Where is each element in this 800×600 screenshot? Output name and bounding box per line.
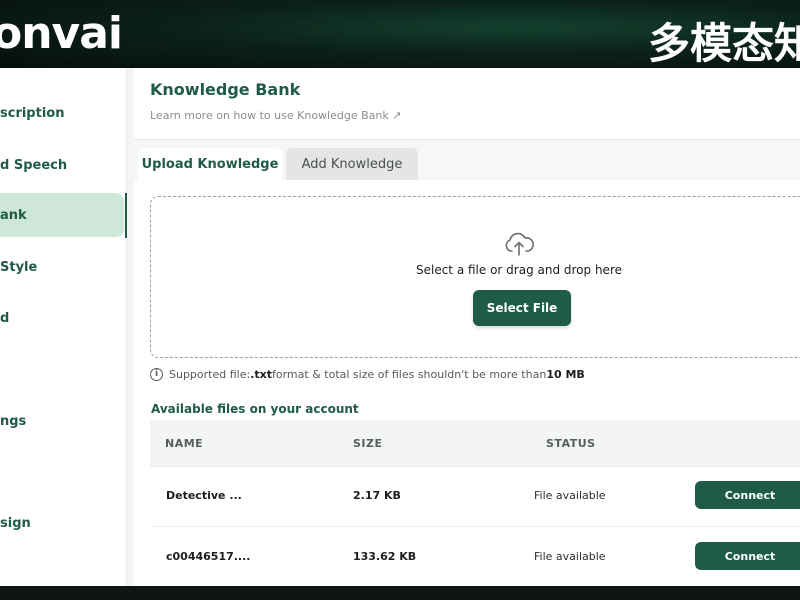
- sidebar-item-label: sign: [0, 515, 31, 531]
- sidebar-item-label: d Speech: [0, 157, 68, 173]
- cloud-upload-icon: [505, 232, 534, 256]
- sidebar-item-description[interactable]: scription: [0, 91, 124, 135]
- connect-button[interactable]: Connect: [695, 542, 800, 570]
- file-size: 133.62 KB: [353, 550, 417, 563]
- sidebar-item-label: Style: [0, 259, 38, 275]
- info-size-limit: 10 MB: [546, 367, 585, 381]
- sidebar-item-style[interactable]: Style: [0, 245, 124, 289]
- file-name: c00446517....: [166, 550, 251, 563]
- column-header-size: SIZE: [353, 437, 383, 450]
- supported-file-info: i Supported file: .txt format & total si…: [150, 366, 585, 382]
- brand-logo: onvai: [0, 8, 123, 59]
- file-dropzone[interactable]: Select a file or drag and drop here Sele…: [150, 196, 800, 358]
- learn-more-link[interactable]: Learn more on how to use Knowledge Bank …: [150, 109, 401, 122]
- column-header-name: NAME: [165, 437, 204, 450]
- column-header-status: STATUS: [546, 437, 596, 450]
- info-extension: .txt: [250, 367, 272, 381]
- sidebar-item-label: ngs: [0, 413, 27, 429]
- files-table: NAME SIZE STATUS Detective ... 2.17 KB F…: [150, 420, 800, 600]
- sidebar-item-settings[interactable]: ngs: [0, 399, 124, 443]
- info-icon: i: [150, 367, 163, 381]
- bottom-bar: [0, 586, 800, 600]
- info-middle: format & total size of files shouldn't b…: [272, 367, 547, 381]
- select-file-button[interactable]: Select File: [473, 290, 571, 326]
- page-title: Knowledge Bank: [150, 80, 301, 99]
- main-content: Knowledge Bank Learn more on how to use …: [134, 68, 800, 600]
- tab-upload-knowledge[interactable]: Upload Knowledge: [138, 148, 282, 180]
- sidebar: scription d Speech ank Style d ngs sign: [0, 68, 127, 600]
- table-row: c00446517.... 133.62 KB File available C…: [150, 528, 800, 588]
- upload-panel: Select a file or drag and drop here Sele…: [134, 180, 800, 600]
- dropzone-instructions: Select a file or drag and drop here: [415, 263, 622, 277]
- sidebar-item-label: ank: [0, 207, 27, 223]
- table-header: NAME SIZE STATUS: [150, 420, 800, 467]
- sidebar-item-label: d: [0, 310, 10, 326]
- table-row: Detective ... 2.17 KB File available Con…: [150, 467, 800, 527]
- sidebar-item-d[interactable]: d: [0, 296, 124, 340]
- info-prefix: Supported file:: [169, 367, 251, 381]
- top-banner: onvai 多模态知: [0, 0, 800, 68]
- sidebar-item-label: scription: [0, 105, 65, 121]
- sidebar-item-knowledge-bank[interactable]: ank: [0, 193, 124, 237]
- tab-add-knowledge[interactable]: Add Knowledge: [286, 148, 418, 180]
- file-size: 2.17 KB: [353, 489, 401, 502]
- sidebar-item-speech[interactable]: d Speech: [0, 143, 124, 187]
- banner-caption: 多模态知: [648, 19, 800, 68]
- available-files-title: Available files on your account: [151, 402, 359, 416]
- divider: [127, 68, 134, 600]
- file-status: File available: [534, 489, 606, 502]
- sidebar-item-design[interactable]: sign: [0, 501, 124, 545]
- connect-button[interactable]: Connect: [695, 481, 800, 509]
- file-status: File available: [534, 550, 606, 563]
- page-header: Knowledge Bank Learn more on how to use …: [134, 68, 800, 140]
- file-name: Detective ...: [166, 489, 242, 502]
